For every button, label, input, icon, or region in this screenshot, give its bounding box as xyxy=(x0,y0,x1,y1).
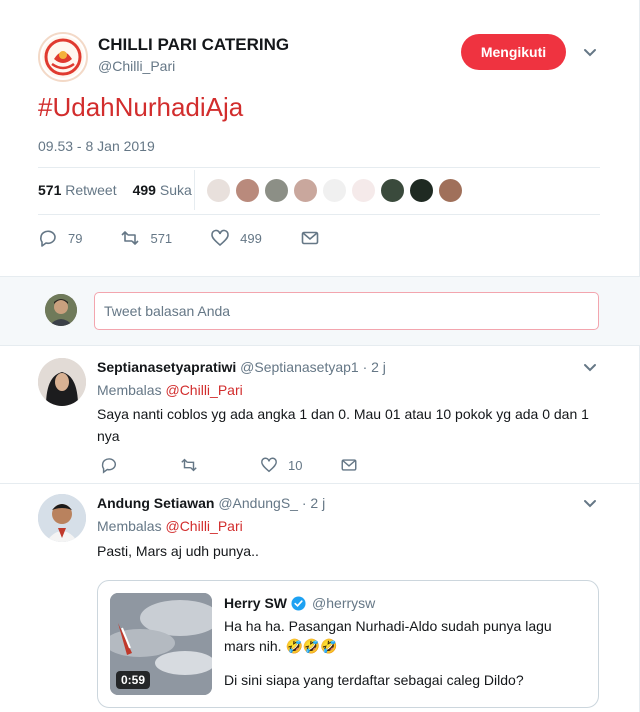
tweet-stats: 571 Retweet 499 Suka xyxy=(38,182,192,198)
liker-avatar[interactable] xyxy=(409,178,434,203)
quote-text-line: Ha ha ha. Pasangan Nurhadi-Aldo sudah pu… xyxy=(224,618,552,654)
reply-icon xyxy=(40,230,56,247)
reply-action[interactable] xyxy=(100,456,180,474)
replying-label: Membalas xyxy=(97,518,162,534)
following-button[interactable]: Mengikuti xyxy=(461,34,566,70)
replying-to-link[interactable]: @Chilli_Pari xyxy=(165,518,242,534)
reply-header: Andung Setiawan @AndungS_ · 2 j xyxy=(97,495,325,511)
liker-avatar[interactable] xyxy=(293,178,318,203)
video-duration: 0:59 xyxy=(116,671,151,689)
liker-avatar[interactable] xyxy=(438,178,463,203)
liker-avatar[interactable] xyxy=(206,178,231,203)
reply-time[interactable]: · 2 j xyxy=(302,495,325,511)
retweet-stat[interactable]: 571 Retweet xyxy=(38,182,117,198)
like-action[interactable]: 499 xyxy=(210,228,262,248)
like-count: 10 xyxy=(288,457,303,473)
like-stat-count: 499 xyxy=(132,182,156,198)
tweet-detail-card: CHILLI PARI CATERING @Chilli_Pari Mengik… xyxy=(0,0,640,712)
user-photo-icon xyxy=(38,358,86,406)
retweet-stat-count: 571 xyxy=(38,182,62,198)
heart-icon xyxy=(261,457,277,473)
user-photo-icon xyxy=(38,494,86,542)
quote-author-name[interactable]: Herry SW xyxy=(224,595,287,611)
envelope-icon xyxy=(341,459,357,471)
verified-badge-icon xyxy=(291,595,306,611)
reply-author-name[interactable]: Andung Setiawan xyxy=(97,495,214,511)
author-name[interactable]: CHILLI PARI CATERING xyxy=(98,35,289,55)
liker-avatar[interactable] xyxy=(380,178,405,203)
chilli-pari-avatar[interactable] xyxy=(38,32,88,82)
liker-avatar[interactable] xyxy=(235,178,260,203)
current-user-avatar[interactable] xyxy=(45,294,77,326)
replying-to-link[interactable]: @Chilli_Pari xyxy=(165,382,242,398)
main-tweet: CHILLI PARI CATERING @Chilli_Pari Mengik… xyxy=(0,0,640,276)
reply-icon xyxy=(101,458,116,474)
reply-time[interactable]: · 2 j xyxy=(363,359,386,375)
quote-header: Herry SW @herrysw xyxy=(224,595,375,611)
tweet-timestamp[interactable]: 09.53 - 8 Jan 2019 xyxy=(38,138,155,154)
like-stat[interactable]: 499 Suka xyxy=(133,182,192,198)
user-photo-icon xyxy=(45,294,77,326)
quoted-tweet[interactable]: 0:59 Herry SW @herrysw Ha ha ha. Pasanga… xyxy=(97,580,599,708)
reply-action[interactable]: 79 xyxy=(38,228,82,248)
divider xyxy=(38,214,600,215)
stats-separator xyxy=(194,170,195,210)
retweet-action[interactable]: 571 xyxy=(120,228,172,248)
video-thumbnail[interactable]: 0:59 xyxy=(110,593,212,695)
quote-author-handle[interactable]: @herrysw xyxy=(312,595,375,611)
envelope-icon xyxy=(301,231,319,245)
reply-author-handle[interactable]: @AndungS_ xyxy=(218,495,298,511)
divider xyxy=(38,167,600,168)
quote-text: Ha ha ha. Pasangan Nurhadi-Aldo sudah pu… xyxy=(224,616,584,690)
replying-to: Membalas @Chilli_Pari xyxy=(97,382,243,398)
reply-header: Septianasetyapratiwi @Septianasetyap1 · … xyxy=(97,359,386,375)
reply-input[interactable]: Tweet balasan Anda xyxy=(94,292,599,330)
likers-avatars xyxy=(206,178,463,203)
chevron-down-icon[interactable] xyxy=(580,358,600,378)
like-action[interactable]: 10 xyxy=(260,456,340,474)
liker-avatar[interactable] xyxy=(351,178,376,203)
andung-avatar[interactable] xyxy=(38,494,86,542)
reply-text: Saya nanti coblos yg ada angka 1 dan 0. … xyxy=(97,406,589,444)
replying-label: Membalas xyxy=(97,382,162,398)
retweet-stat-label: Retweet xyxy=(65,182,117,198)
retweet-count: 571 xyxy=(150,230,173,246)
liker-avatar[interactable] xyxy=(264,178,289,203)
message-action[interactable] xyxy=(300,228,320,248)
reply-text: Pasti, Mars aj udh punya.. xyxy=(97,543,259,559)
heart-icon xyxy=(211,229,229,247)
reply-author-name[interactable]: Septianasetyapratiwi xyxy=(97,359,236,375)
replying-to: Membalas @Chilli_Pari xyxy=(97,518,243,534)
retweet-action[interactable] xyxy=(180,456,260,474)
reply-author-handle[interactable]: @Septianasetyap1 xyxy=(240,359,359,375)
like-stat-label: Suka xyxy=(159,182,192,198)
chevron-down-icon[interactable] xyxy=(580,43,600,63)
tweet-actions: 79 571 499 xyxy=(38,228,358,248)
retweet-icon xyxy=(181,458,197,472)
chevron-down-icon[interactable] xyxy=(580,494,600,514)
tweet-hashtag[interactable]: #UdahNurhadiAja xyxy=(38,92,243,123)
reply-count: 79 xyxy=(68,230,83,246)
quote-text-line: Di sini siapa yang terdaftar sebagai cal… xyxy=(224,672,524,688)
septiana-avatar[interactable] xyxy=(38,358,86,406)
reply-actions: 10 xyxy=(100,456,420,474)
reply-composer: Tweet balasan Anda xyxy=(0,276,640,346)
liker-avatar[interactable] xyxy=(322,178,347,203)
like-count: 499 xyxy=(240,230,262,246)
retweet-icon xyxy=(121,231,140,245)
author-handle[interactable]: @Chilli_Pari xyxy=(98,58,175,74)
reply-tweet[interactable]: Septianasetyapratiwi @Septianasetyap1 · … xyxy=(0,346,640,484)
chilli-logo-icon xyxy=(42,36,84,78)
message-action[interactable] xyxy=(340,456,420,474)
